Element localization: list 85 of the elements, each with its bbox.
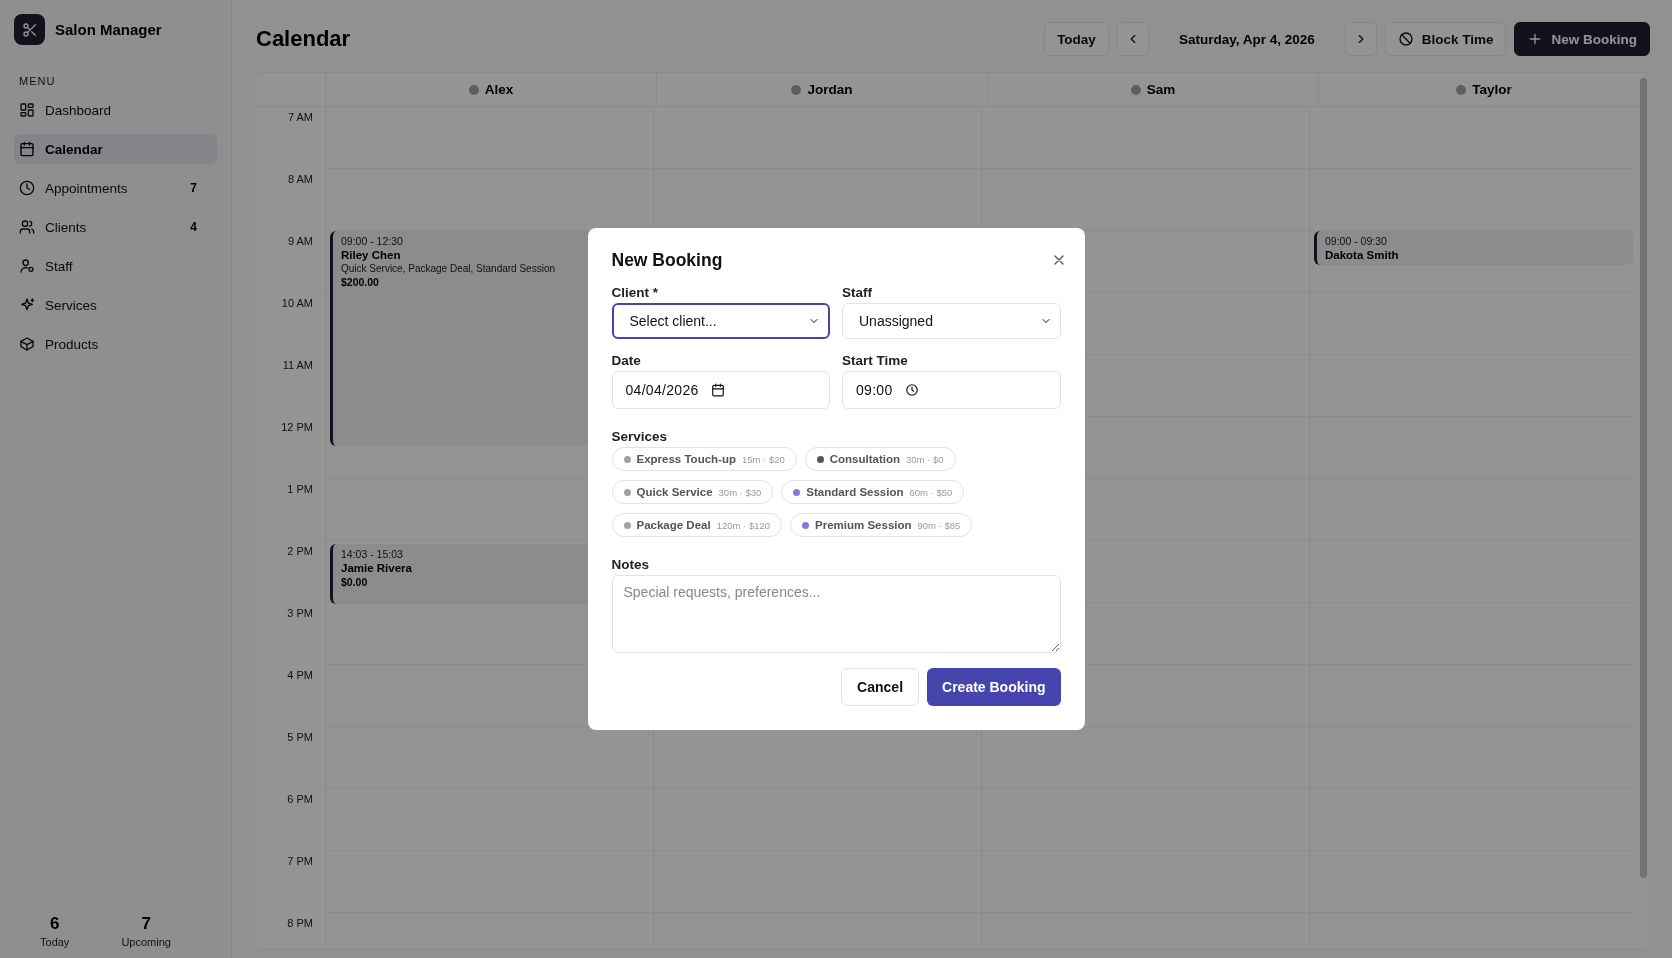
people-icon (19, 219, 35, 235)
time-label: 10 AM (281, 297, 313, 309)
today-button[interactable]: Today (1044, 22, 1109, 56)
calendar-icon (710, 383, 725, 397)
staff-name: Sam (1130, 82, 1176, 97)
scissors-icon (21, 21, 38, 38)
service-chip[interactable]: Package Deal 120m · $120 (611, 513, 782, 537)
service-meta: 90m · $85 (917, 519, 961, 531)
service-list: Quick Service, Package Deal, Standard Session (341, 263, 555, 274)
dropdown[interactable]: Unassigned (842, 303, 1061, 339)
person-icon (19, 258, 35, 274)
sparkle-icon (19, 297, 35, 313)
dropdown[interactable]: Select client... (611, 303, 830, 339)
ban-icon (1397, 31, 1414, 47)
service-chip[interactable]: Standard Session 60m · $50 (781, 480, 965, 504)
sidebar-item[interactable]: Products (14, 329, 217, 359)
scrollbar[interactable] (1640, 78, 1647, 878)
price: $0.00 (341, 576, 368, 589)
time-label: 11 AM (282, 359, 313, 371)
appointment-time: 09:00 - 12:30 (341, 235, 403, 247)
stat-value: 6 (48, 914, 61, 934)
time-label: 1 PM (287, 483, 313, 495)
time-label: 3 PM (287, 607, 313, 619)
time-label: 12 PM (281, 421, 313, 433)
time-label: 8 PM (287, 917, 313, 929)
field-label: Staff (842, 285, 873, 300)
count: 4 (190, 220, 197, 234)
notes-field[interactable]: Special requests, preferences... (611, 575, 1061, 653)
sidebar-item[interactable]: Dashboard (14, 95, 217, 125)
time-label: 2 PM (287, 545, 313, 557)
appointment-time: 14:03 - 15:03 (341, 548, 403, 561)
dashboard-icon (19, 102, 35, 118)
previous-button[interactable] (1116, 22, 1149, 56)
client-name: Jamie Rivera (341, 562, 412, 575)
sidebar-item[interactable]: Clients 4 (14, 212, 217, 242)
client-name: Dakota Smith (1325, 249, 1399, 261)
staff-name: Jordan (791, 82, 853, 97)
sidebar-item[interactable]: Staff (14, 251, 217, 281)
service-meta: 15m · $20 (741, 453, 785, 465)
field-label: Date (611, 353, 642, 368)
clock-icon (19, 180, 35, 196)
box-icon (19, 336, 35, 352)
staff-name: Taylor (1456, 82, 1512, 97)
appointment-card[interactable]: 09:00 - 09:30 Dakota Smith (1314, 231, 1633, 265)
create-button[interactable]: Create Booking (927, 668, 1061, 706)
appointment-time: 09:00 - 09:30 (1325, 235, 1387, 247)
service-chip[interactable]: Quick Service 30m · $30 (611, 480, 774, 504)
time-label: 7 AM (287, 111, 313, 123)
app-title: Salon Manager (55, 21, 162, 38)
date-field[interactable]: 04/04/2026 (611, 371, 830, 409)
new-booking-button[interactable]: New Booking (1514, 22, 1650, 56)
stat-label: Today (40, 936, 70, 948)
field-label: Start Time (842, 353, 909, 368)
client-name: Riley Chen (341, 249, 401, 261)
time-label: 8 AM (287, 173, 313, 185)
service-chip[interactable]: Premium Session 90m · $85 (790, 513, 973, 537)
service-meta: 30m · $0 (906, 453, 944, 465)
price: $200.00 (341, 276, 379, 288)
count: 7 (190, 181, 197, 195)
stat-label: Upcoming (121, 936, 171, 948)
date-label: Saturday, Apr 4, 2026 (1177, 31, 1316, 47)
service-meta: 120m · $120 (716, 519, 770, 531)
time-label: 7 PM (287, 855, 313, 867)
service-meta: 30m · $30 (718, 486, 762, 498)
page-title: Calendar (256, 26, 351, 52)
section-label: MENU (19, 75, 57, 87)
field-label: Notes (611, 557, 650, 572)
next-button[interactable] (1344, 22, 1377, 56)
time-field[interactable]: 09:00 (842, 371, 1061, 409)
clock-icon (904, 383, 919, 397)
service-meta: 60m · $50 (909, 486, 953, 498)
time-label: 5 PM (287, 731, 313, 743)
block-time-button[interactable]: Block Time (1384, 22, 1507, 56)
time-label: 4 PM (287, 669, 313, 681)
sidebar-item[interactable]: Services (14, 290, 217, 320)
service-chip[interactable]: Express Touch-up 15m · $20 (611, 447, 797, 471)
sidebar-item[interactable]: Appointments 7 (14, 173, 217, 203)
service-chip[interactable]: Consultation 30m · $0 (804, 447, 956, 471)
cancel-button[interactable]: Cancel (841, 668, 920, 706)
sidebar-item[interactable]: Calendar (14, 134, 217, 164)
time-label: 6 PM (287, 793, 313, 805)
calendar-icon (19, 141, 35, 157)
staff-name: Alex (468, 82, 514, 97)
time-label: 9 AM (287, 235, 313, 247)
stat-value: 7 (140, 914, 152, 934)
